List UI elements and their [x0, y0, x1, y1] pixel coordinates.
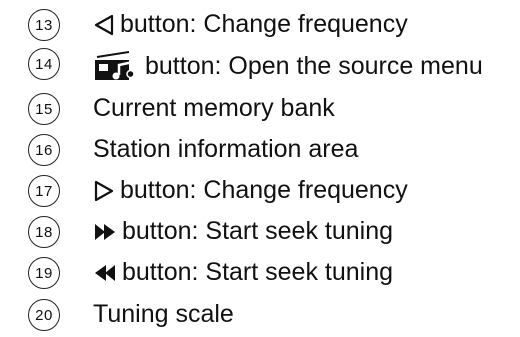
callout-number: 14 — [28, 48, 60, 80]
item-description: button: Open the source menu — [93, 51, 483, 81]
callout-number: 18 — [28, 216, 60, 248]
item-description: button: Change frequency — [93, 178, 408, 203]
item-description: Tuning scale — [93, 302, 234, 327]
item-text: button: Start seek tuning — [122, 258, 394, 286]
item-description: button: Change frequency — [93, 12, 408, 37]
item-text: Tuning scale — [93, 300, 234, 328]
item-text: Station information area — [93, 135, 359, 163]
callout-number: 17 — [28, 175, 60, 207]
item-text: button: Start seek tuning — [122, 217, 394, 245]
item-text: button: Change frequency — [120, 176, 408, 204]
callout-number: 19 — [28, 257, 60, 289]
item-description: Station information area — [93, 137, 358, 162]
triangle-left-outline-icon — [93, 14, 115, 36]
item-description: button: Start seek tuning — [93, 260, 393, 285]
callout-number: 20 — [28, 299, 60, 331]
callout-number: 13 — [28, 9, 60, 41]
item-text: button: Change frequency — [120, 10, 408, 38]
item-description: button: Start seek tuning — [93, 219, 393, 244]
callout-number: 15 — [28, 93, 60, 125]
callout-number: 16 — [28, 134, 60, 166]
item-text: button: Open the source menu — [145, 51, 483, 80]
seek-forward-icon — [93, 222, 117, 242]
legend-list: 13 button: Change frequency 14 button: O… — [0, 0, 520, 337]
item-description: Current memory bank — [93, 96, 335, 121]
triangle-right-outline-icon — [93, 180, 115, 202]
radio-music-source-icon — [93, 51, 137, 81]
seek-backward-icon — [93, 263, 117, 283]
item-text: Current memory bank — [93, 94, 335, 122]
